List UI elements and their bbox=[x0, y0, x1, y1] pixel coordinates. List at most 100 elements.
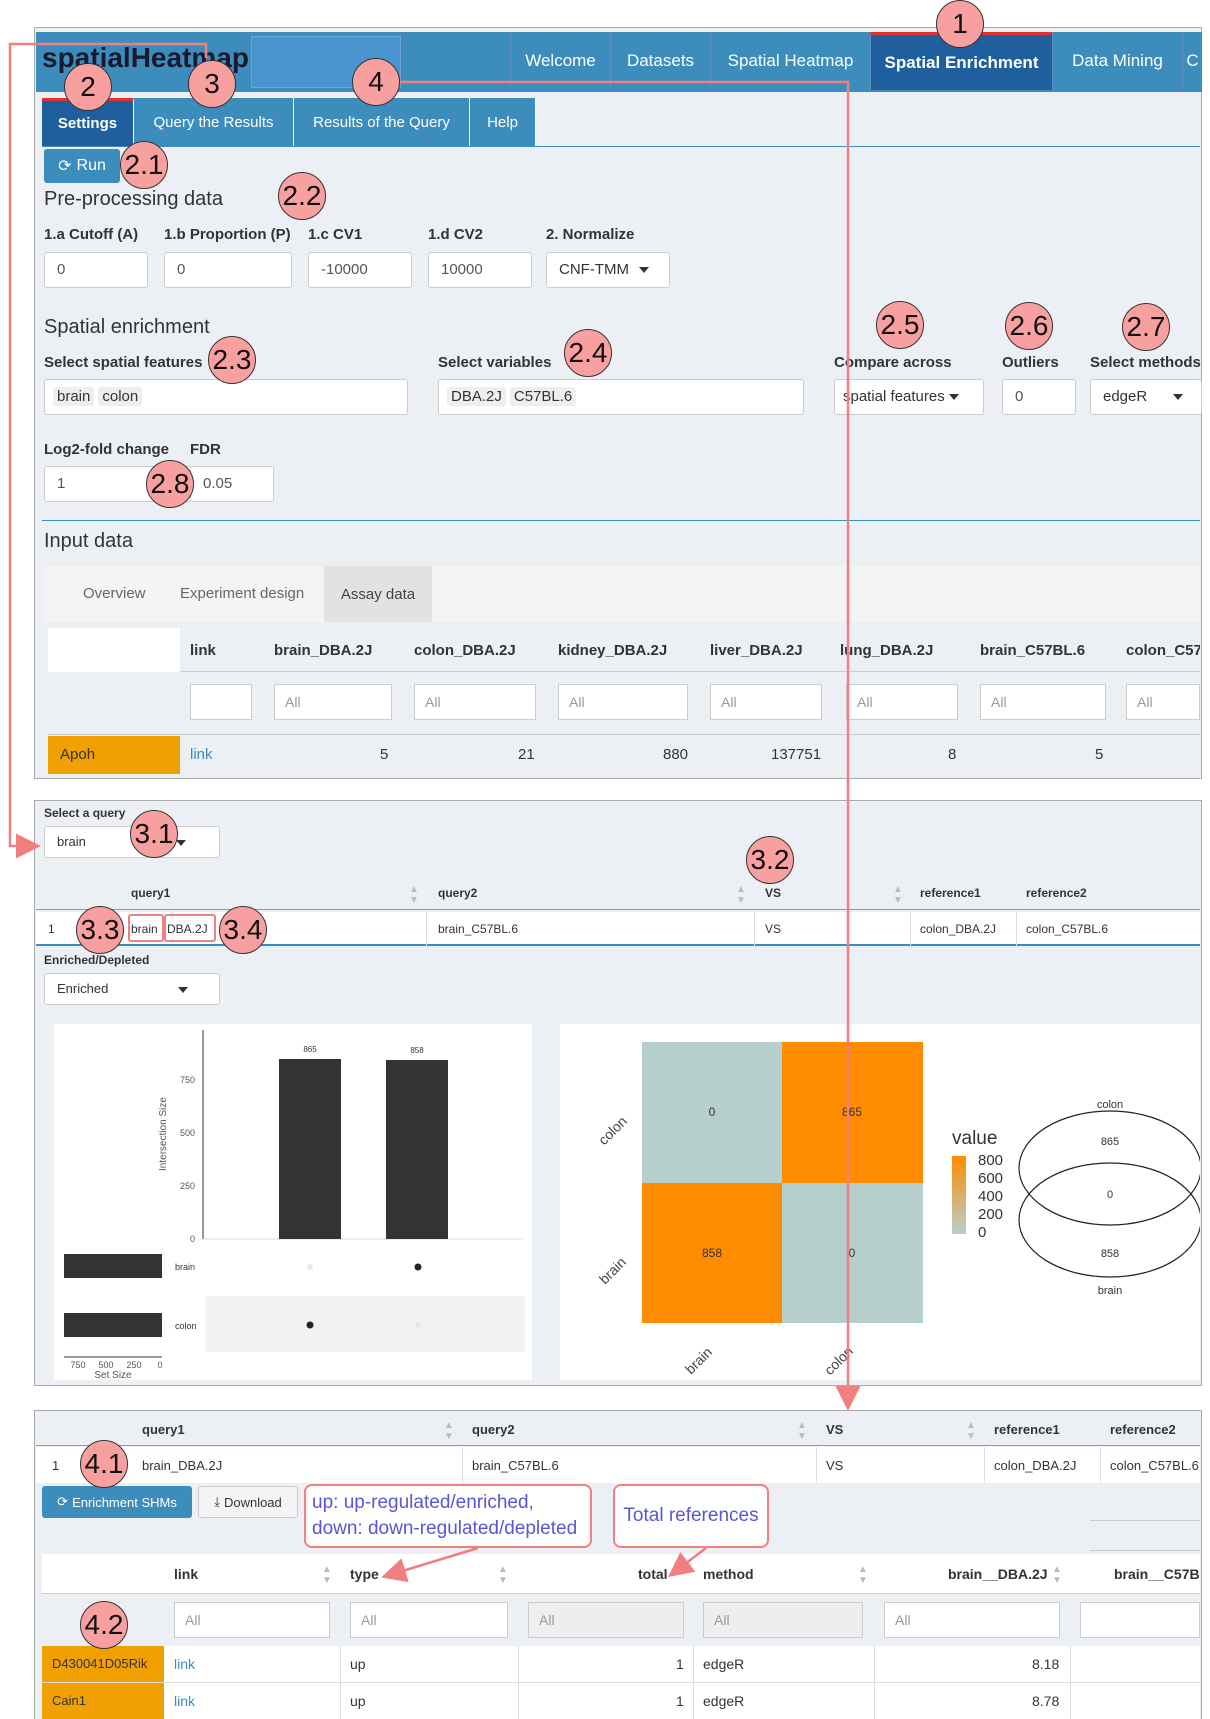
detail-col-link[interactable]: link bbox=[174, 1566, 198, 1582]
normalize-select[interactable]: CNF-TMM bbox=[546, 252, 670, 288]
results-col-query1[interactable]: query1 bbox=[142, 1422, 185, 1437]
assay-filter-link[interactable] bbox=[190, 684, 252, 720]
run-button[interactable]: ⟳ Run bbox=[44, 149, 120, 183]
features-input[interactable]: brain colon bbox=[44, 379, 408, 415]
methods-select[interactable]: edgeR bbox=[1090, 379, 1202, 415]
assay-filter-kidney-dba[interactable]: All bbox=[558, 684, 688, 720]
nav-tab-datasets[interactable]: Datasets bbox=[610, 32, 710, 90]
assay-col-lung-dba[interactable]: lung_DBA.2J bbox=[840, 642, 933, 659]
enriched-depleted-label: Enriched/Depleted bbox=[44, 953, 150, 967]
assay-col-kidney-dba[interactable]: kidney_DBA.2J bbox=[558, 642, 667, 659]
upset-bar-label-1: 865 bbox=[303, 1045, 317, 1054]
assay-filter-colon-c57[interactable]: All bbox=[1126, 684, 1200, 720]
feature-tag-colon[interactable]: colon bbox=[98, 387, 143, 406]
nav-tab-welcome[interactable]: Welcome bbox=[510, 32, 610, 90]
sort-icon[interactable]: ▲ ▼ bbox=[966, 1420, 976, 1442]
enrichment-shms-button[interactable]: ⟳ Enrichment SHMs bbox=[42, 1486, 192, 1518]
detail-filter-brain-dba[interactable]: All bbox=[884, 1602, 1060, 1638]
compare-select[interactable]: spatial features bbox=[834, 379, 984, 415]
nav-tab-spatial-heatmap[interactable]: Spatial Heatmap bbox=[710, 32, 870, 90]
results-col-vs[interactable]: VS bbox=[826, 1422, 843, 1437]
query-col-sep bbox=[910, 912, 911, 946]
variable-tag-dba[interactable]: DBA.2J bbox=[447, 387, 506, 406]
enriched-depleted-select[interactable]: Enriched bbox=[44, 973, 220, 1005]
query-row-vs: VS bbox=[765, 922, 782, 936]
results-col-ref2[interactable]: reference2 bbox=[1110, 1422, 1176, 1437]
sort-icon[interactable]: ▲ ▼ bbox=[498, 1564, 508, 1586]
assay-filter-liver-dba[interactable]: All bbox=[710, 684, 822, 720]
cv2-input[interactable]: 10000 bbox=[428, 252, 532, 288]
assay-row-link[interactable]: link bbox=[190, 746, 213, 763]
compare-label: Compare across bbox=[834, 354, 952, 371]
query-col-ref2[interactable]: reference2 bbox=[1026, 886, 1087, 900]
heatmap-venn-plot: 0 865 858 0 colon brain brain colon valu… bbox=[560, 1024, 1202, 1380]
sort-icon[interactable]: ▲ ▼ bbox=[893, 884, 903, 906]
tab-overview[interactable]: Overview bbox=[83, 585, 146, 602]
assay-col-brain-c57[interactable]: brain_C57BL.6 bbox=[980, 642, 1085, 659]
sort-icon[interactable]: ▲ ▼ bbox=[322, 1564, 332, 1586]
detail-col-brain-dba[interactable]: brain__DBA.2J bbox=[948, 1566, 1048, 1582]
detail-filter-brain-c57[interactable] bbox=[1080, 1602, 1200, 1638]
results-col-sep bbox=[1100, 1447, 1101, 1483]
tab-assay-data[interactable]: Assay data bbox=[324, 566, 432, 622]
tab-experiment-design[interactable]: Experiment design bbox=[180, 585, 304, 602]
assay-col-liver-dba[interactable]: liver_DBA.2J bbox=[710, 642, 803, 659]
results-col-query2[interactable]: query2 bbox=[472, 1422, 515, 1437]
chevron-down-icon bbox=[175, 839, 186, 846]
detail-link[interactable]: link bbox=[174, 1656, 195, 1672]
assay-col-brain-dba[interactable]: brain_DBA.2J bbox=[274, 642, 372, 659]
query-col-ref1[interactable]: reference1 bbox=[920, 886, 981, 900]
nav-tab-data-mining[interactable]: Data Mining bbox=[1052, 32, 1182, 90]
detail-col-method[interactable]: method bbox=[703, 1566, 754, 1582]
assay-filter-colon-dba[interactable]: All bbox=[414, 684, 536, 720]
fdr-input[interactable]: 0.05 bbox=[190, 466, 274, 502]
proportion-input[interactable]: 0 bbox=[164, 252, 292, 288]
assay-value: 880 bbox=[663, 746, 689, 763]
upset-shade bbox=[205, 1296, 525, 1352]
sort-icon[interactable]: ▲ ▼ bbox=[858, 1564, 868, 1586]
nav-tab-overflow[interactable]: C bbox=[1182, 32, 1202, 90]
detail-value: 8.18 bbox=[1032, 1656, 1060, 1672]
assay-filter-lung-dba[interactable]: All bbox=[846, 684, 958, 720]
type-annotation-note: up: up-regulated/enriched, down: down-re… bbox=[304, 1484, 592, 1548]
query-row-ref1: colon_DBA.2J bbox=[920, 922, 997, 936]
results-col-ref1[interactable]: reference1 bbox=[994, 1422, 1060, 1437]
detail-filter-total[interactable]: All bbox=[528, 1602, 684, 1638]
sort-icon[interactable]: ▲ ▼ bbox=[409, 884, 419, 906]
variables-input[interactable]: DBA.2J C57BL.6 bbox=[438, 379, 804, 415]
sort-icon[interactable]: ▲ ▼ bbox=[797, 1420, 807, 1442]
cutoff-input[interactable]: 0 bbox=[44, 252, 148, 288]
detail-col-total[interactable]: total bbox=[638, 1566, 668, 1582]
assay-value: 21 bbox=[518, 746, 535, 763]
query-col-vs[interactable]: VS bbox=[765, 886, 781, 900]
badge-3-3: 3.3 bbox=[76, 906, 124, 954]
assay-value: 5 bbox=[1095, 746, 1104, 763]
detail-filter-type[interactable]: All bbox=[350, 1602, 508, 1638]
subtab-help[interactable]: Help bbox=[470, 98, 536, 146]
assay-col-colon-dba[interactable]: colon_DBA.2J bbox=[414, 642, 516, 659]
query-col-query1[interactable]: query1 bbox=[131, 886, 170, 900]
sort-icon[interactable]: ▲ ▼ bbox=[1052, 1564, 1062, 1586]
sort-icon[interactable]: ▲ ▼ bbox=[444, 1420, 454, 1442]
download-button[interactable]: ⤓ Download bbox=[198, 1486, 298, 1518]
detail-col-brain-c57[interactable]: brain__C57BL bbox=[1114, 1566, 1200, 1582]
venn-circle-colon bbox=[1018, 1110, 1202, 1226]
detail-filter-method[interactable]: All bbox=[703, 1602, 863, 1638]
sort-icon[interactable]: ▲ ▼ bbox=[736, 884, 746, 906]
feature-tag-brain[interactable]: brain bbox=[53, 387, 95, 406]
query-row-q1a: brain bbox=[131, 922, 158, 936]
detail-col-type[interactable]: type bbox=[350, 1566, 379, 1582]
detail-filter-link[interactable]: All bbox=[174, 1602, 330, 1638]
query-col-query2[interactable]: query2 bbox=[438, 886, 477, 900]
assay-col-link[interactable]: link bbox=[190, 642, 216, 659]
assay-filter-brain-c57[interactable]: All bbox=[980, 684, 1106, 720]
badge-2-7: 2.7 bbox=[1122, 303, 1170, 351]
cv1-input[interactable]: -10000 bbox=[308, 252, 412, 288]
assay-value: 137751 bbox=[771, 746, 822, 763]
assay-filter-brain-dba[interactable]: All bbox=[274, 684, 392, 720]
badge-2-1: 2.1 bbox=[120, 141, 168, 189]
detail-link[interactable]: link bbox=[174, 1693, 195, 1709]
outliers-input[interactable]: 0 bbox=[1002, 379, 1076, 415]
assay-col-colon-c57[interactable]: colon_C57 bbox=[1126, 642, 1200, 659]
variable-tag-c57[interactable]: C57BL.6 bbox=[509, 387, 577, 406]
